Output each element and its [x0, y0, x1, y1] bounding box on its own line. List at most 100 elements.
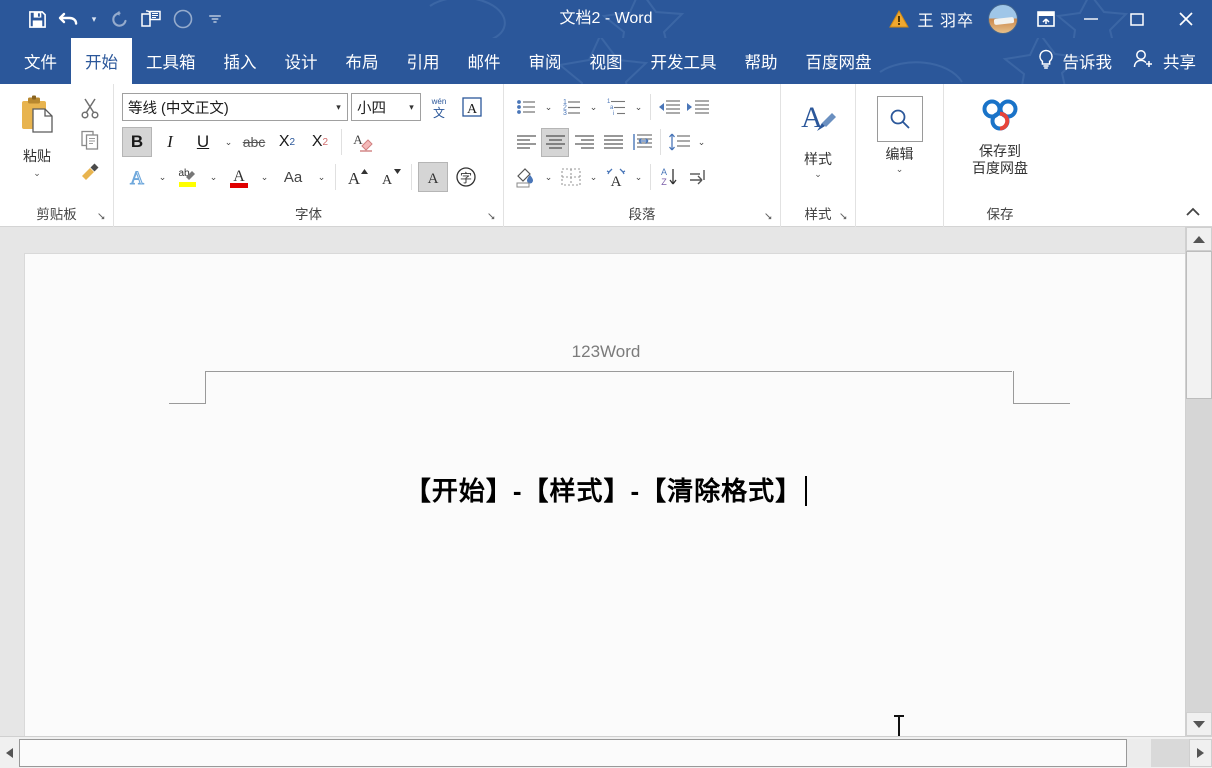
font-name-dropdown-icon[interactable]: ▾ [330, 94, 347, 120]
warning-icon[interactable] [884, 0, 914, 38]
font-color-dropdown-caret[interactable]: ⌄ [257, 162, 272, 192]
document-body-text[interactable]: 【开始】-【样式】-【清除格式】 [25, 471, 1185, 508]
numbering-button[interactable]: 123 [557, 93, 585, 122]
styles-button[interactable]: A 样式 ⌄ [781, 88, 855, 205]
vertical-scroll-track[interactable] [1186, 251, 1212, 712]
editing-button[interactable]: 编辑 ⌄ [856, 88, 943, 205]
line-spacing-dropdown-caret[interactable]: ⌄ [694, 127, 709, 157]
align-left-button[interactable] [512, 128, 540, 157]
line-spacing-button[interactable] [665, 128, 693, 157]
change-case-button[interactable]: Aa [275, 162, 311, 192]
cut-button[interactable] [74, 94, 106, 122]
bold-button[interactable]: B [122, 127, 152, 157]
tab-layout[interactable]: 布局 [332, 38, 393, 84]
asian-layout-dropdown-caret[interactable]: ⌄ [631, 162, 646, 192]
font-dialog-launcher-icon[interactable]: ⭨ [485, 211, 498, 224]
grow-font-button[interactable]: A [342, 162, 372, 192]
tab-home[interactable]: 开始 [71, 38, 132, 84]
highlight-dropdown-caret[interactable]: ⌄ [206, 162, 221, 192]
tell-me-button[interactable]: 告诉我 [1026, 38, 1123, 84]
clipboard-dialog-launcher-icon[interactable]: ⭨ [95, 211, 108, 224]
chevron-up-icon[interactable] [1183, 202, 1203, 222]
horizontal-scrollbar[interactable] [0, 736, 1212, 768]
undo-icon[interactable] [54, 5, 84, 33]
tab-help[interactable]: 帮助 [731, 38, 792, 84]
styles-dialog-launcher-icon[interactable]: ⭨ [837, 211, 850, 224]
multilevel-dropdown-caret[interactable]: ⌄ [631, 92, 646, 122]
scroll-up-button[interactable] [1186, 227, 1212, 251]
multilevel-list-button[interactable]: 1ai [602, 93, 630, 122]
align-center-button[interactable] [541, 128, 569, 157]
vertical-scroll-thumb[interactable] [1186, 251, 1212, 399]
scroll-left-button[interactable] [0, 739, 19, 767]
customize-qat-icon[interactable] [200, 5, 230, 33]
distribute-button[interactable] [628, 128, 656, 157]
shading-dropdown-caret[interactable]: ⌄ [541, 162, 556, 192]
tab-review[interactable]: 审阅 [515, 38, 576, 84]
asian-layout-button[interactable]: A [602, 163, 630, 192]
character-border-icon[interactable]: A [457, 92, 487, 122]
tab-insert[interactable]: 插入 [210, 38, 271, 84]
scroll-right-button[interactable] [1189, 739, 1212, 767]
vertical-scrollbar[interactable] [1185, 227, 1212, 736]
styles-dropdown-caret[interactable]: ⌄ [814, 169, 822, 180]
italic-button[interactable]: I [155, 127, 185, 157]
close-button[interactable] [1160, 0, 1212, 38]
tab-developer[interactable]: 开发工具 [637, 38, 731, 84]
justify-button[interactable] [599, 128, 627, 157]
tab-view[interactable]: 视图 [576, 38, 637, 84]
paste-button[interactable]: 粘贴 ⌄ [6, 88, 68, 205]
save-icon[interactable] [22, 5, 52, 33]
show-marks-button[interactable] [684, 163, 712, 192]
maximize-button[interactable] [1114, 0, 1160, 38]
character-shading-button[interactable]: A [418, 162, 448, 192]
change-case-dropdown-caret[interactable]: ⌄ [314, 162, 329, 192]
horizontal-scroll-thumb[interactable] [19, 739, 1127, 767]
share-button[interactable]: 共享 [1122, 38, 1212, 84]
enclose-characters-button[interactable]: 字 [451, 162, 481, 192]
shrink-font-button[interactable]: A [375, 162, 405, 192]
text-effects-button[interactable]: A [122, 162, 152, 192]
horizontal-scroll-track[interactable] [19, 739, 1151, 767]
copy-button[interactable] [74, 126, 106, 154]
strikethrough-button[interactable]: abc [239, 127, 269, 157]
shading-button[interactable] [512, 163, 540, 192]
redo-icon[interactable] [104, 5, 134, 33]
font-size-combobox[interactable]: 小四 ▾ [351, 93, 421, 121]
minimize-button[interactable] [1068, 0, 1114, 38]
tab-references[interactable]: 引用 [393, 38, 454, 84]
superscript-button[interactable]: X2 [305, 127, 335, 157]
paragraph-dialog-launcher-icon[interactable]: ⭨ [762, 211, 775, 224]
clear-formatting-button[interactable]: A [348, 127, 378, 157]
ribbon-display-options-icon[interactable] [1024, 0, 1068, 38]
subscript-button[interactable]: X2 [272, 127, 302, 157]
font-name-combobox[interactable]: 等线 (中文正文) ▾ [122, 93, 348, 121]
align-right-button[interactable] [570, 128, 598, 157]
tab-design[interactable]: 设计 [271, 38, 332, 84]
highlight-color-button[interactable]: ab [173, 162, 203, 192]
text-effects-dropdown-caret[interactable]: ⌄ [155, 162, 170, 192]
format-painter-button[interactable] [74, 158, 106, 186]
tab-mailings[interactable]: 邮件 [454, 38, 515, 84]
undo-dropdown-caret[interactable]: ▾ [86, 5, 102, 33]
document-header-text[interactable]: 123Word [25, 342, 1185, 362]
tab-baidu-netdisk[interactable]: 百度网盘 [792, 38, 886, 84]
user-name[interactable]: 王 羽卒 [914, 7, 982, 31]
editing-dropdown-caret[interactable]: ⌄ [896, 164, 904, 175]
tab-file[interactable]: 文件 [10, 38, 71, 84]
sort-button[interactable]: AZ [655, 163, 683, 192]
bullets-button[interactable] [512, 93, 540, 122]
repeat-icon[interactable] [136, 5, 166, 33]
increase-indent-button[interactable] [684, 93, 712, 122]
underline-button[interactable]: U [188, 127, 218, 157]
scroll-down-button[interactable] [1186, 712, 1212, 736]
save-to-baidu-netdisk-button[interactable]: 保存到 百度网盘 [944, 88, 1056, 205]
numbering-dropdown-caret[interactable]: ⌄ [586, 92, 601, 122]
tab-toolbox[interactable]: 工具箱 [132, 38, 210, 84]
avatar[interactable] [988, 4, 1018, 34]
decrease-indent-button[interactable] [655, 93, 683, 122]
underline-dropdown-caret[interactable]: ⌄ [221, 127, 236, 157]
circle-icon[interactable] [168, 5, 198, 33]
bullets-dropdown-caret[interactable]: ⌄ [541, 92, 556, 122]
paste-dropdown-caret[interactable]: ⌄ [33, 168, 41, 178]
